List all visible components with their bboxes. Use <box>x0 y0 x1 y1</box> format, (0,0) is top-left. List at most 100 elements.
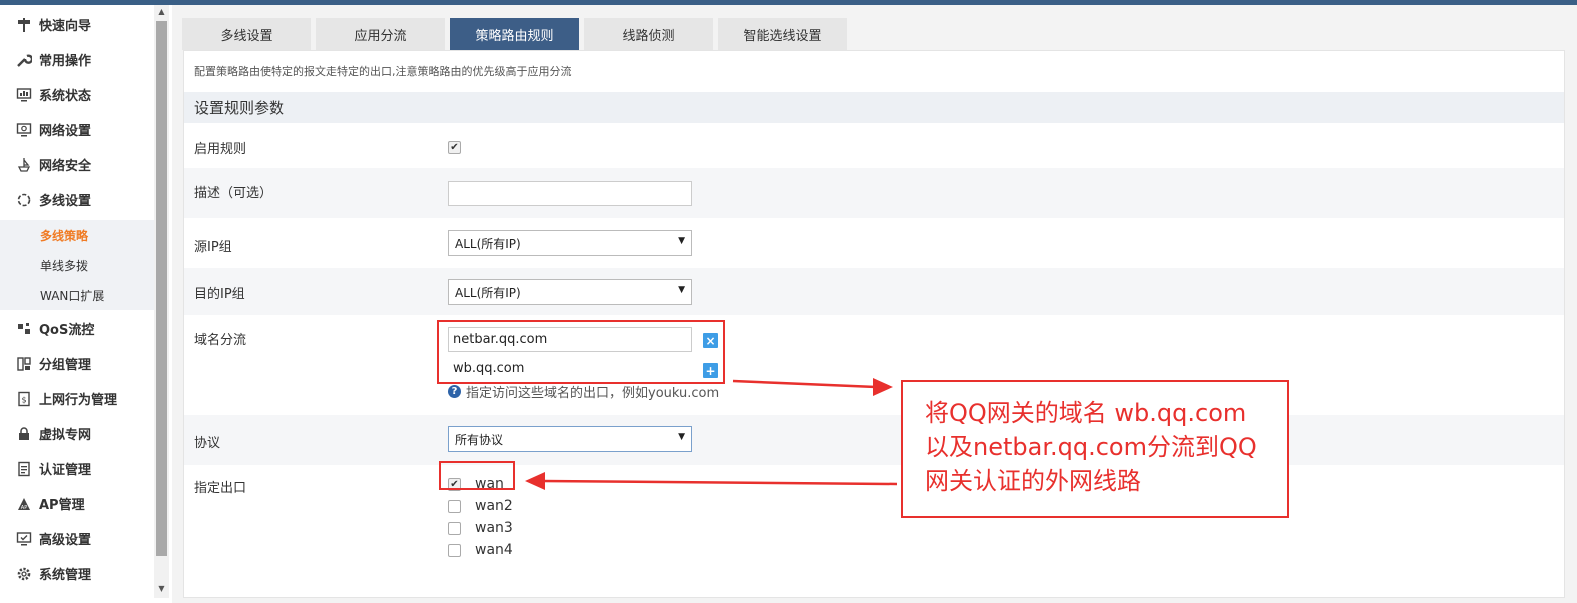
exit-label: 指定出口 <box>194 481 247 496</box>
src-ip-value: ALL(所有IP) <box>455 236 521 251</box>
src-ip-select[interactable]: ALL(所有IP) ▼ <box>448 230 692 256</box>
sidebar-item-vpn[interactable]: 虚拟专网 <box>0 416 154 451</box>
annotation-callout: 将QQ网关的域名 wb.qq.com 以及netbar.qq.com分流到QQ … <box>901 380 1289 518</box>
annotation-domain-highlight <box>437 320 725 384</box>
exit-option-label: wan3 <box>475 520 513 536</box>
exit-checkbox-wan3[interactable] <box>448 521 461 535</box>
submenu-item-single-line-multidial[interactable]: 单线多拨 <box>0 250 154 280</box>
ap-icon: AP <box>15 495 33 513</box>
submenu-item-wan-expand[interactable]: WAN口扩展 <box>0 280 154 310</box>
protocol-label: 协议 <box>194 436 221 451</box>
sidebar-item-quick-guide[interactable]: 快速向导 <box>0 7 154 42</box>
tab-line-detect[interactable]: 线路侦测 <box>584 18 713 50</box>
tab-multiline-settings[interactable]: 多线设置 <box>182 18 311 50</box>
multiline-ring-icon <box>15 191 33 209</box>
sidebar-item-label: 分组管理 <box>39 358 92 373</box>
protocol-value: 所有协议 <box>455 432 504 447</box>
dst-ip-value: ALL(所有IP) <box>455 285 521 300</box>
sidebar-item-network-security[interactable]: 网络安全 <box>0 147 154 182</box>
dropdown-arrow-icon: ▼ <box>678 432 685 442</box>
scroll-down-arrow-icon[interactable]: ▼ <box>154 584 169 596</box>
sidebar-item-common-ops[interactable]: 常用操作 <box>0 42 154 77</box>
sidebar-item-label: 常用操作 <box>39 54 92 69</box>
sidebar-item-label: AP管理 <box>39 498 85 513</box>
svg-text:AP: AP <box>21 505 27 511</box>
tab-smart-line[interactable]: 智能选线设置 <box>718 18 847 50</box>
auth-doc-icon <box>15 460 33 478</box>
sidebar-item-label: QoS流控 <box>39 323 95 338</box>
advanced-monitor-icon <box>15 530 33 548</box>
protocol-select[interactable]: 所有协议 ▼ <box>448 426 692 452</box>
submenu-multiline: 多线策略 单线多拨 WAN口扩展 <box>0 220 154 310</box>
signpost-icon <box>15 16 33 34</box>
dst-ip-select[interactable]: ALL(所有IP) ▼ <box>448 279 692 305</box>
lock-icon <box>15 425 33 443</box>
sidebar-item-advanced[interactable]: 高级设置 <box>0 521 154 556</box>
sidebar-item-label: 虚拟专网 <box>39 428 92 443</box>
exit-option-wan3[interactable]: wan3 <box>448 520 513 536</box>
annotation-wan-highlight <box>439 461 515 490</box>
main-content: 多线设置 应用分流 策略路由规则 线路侦测 智能选线设置 配置策略路由使特定的报… <box>172 5 1577 603</box>
exit-checkbox-wan2[interactable] <box>448 499 461 513</box>
sidebar: 快速向导 常用操作 系统状态 网络设置 网络安全 多线设置 多线策略 单线多拨 … <box>0 5 154 603</box>
enable-checkbox[interactable]: ✔ <box>448 141 461 154</box>
form-panel: 配置策略路由使特定的报文走特定的出口,注意策略路由的优先级高于应用分流 设置规则… <box>183 50 1565 598</box>
domain-label: 域名分流 <box>194 333 247 348</box>
sidebar-item-label: 多线设置 <box>39 194 92 209</box>
exit-checkbox-wan4[interactable] <box>448 543 461 557</box>
description-input[interactable] <box>448 181 692 206</box>
exit-option-label: wan2 <box>475 498 513 514</box>
wrench-icon <box>15 51 33 69</box>
tab-policy-route[interactable]: 策略路由规则 <box>450 18 579 50</box>
monitor-chart-icon <box>15 86 33 104</box>
sidebar-item-label: 快速向导 <box>39 19 92 34</box>
sidebar-item-label: 高级设置 <box>39 533 92 548</box>
sidebar-item-system-mgmt[interactable]: 系统管理 <box>0 556 154 591</box>
svg-text:$: $ <box>21 395 26 404</box>
sidebar-item-label: 网络设置 <box>39 124 92 139</box>
tab-app-split[interactable]: 应用分流 <box>316 18 445 50</box>
help-question-icon: ? <box>448 385 461 398</box>
enable-label: 启用规则 <box>194 142 247 157</box>
sidebar-item-system-status[interactable]: 系统状态 <box>0 77 154 112</box>
tab-bar: 多线设置 应用分流 策略路由规则 线路侦测 智能选线设置 <box>182 18 852 50</box>
exit-option-wan4[interactable]: wan4 <box>448 542 513 558</box>
scroll-up-arrow-icon[interactable]: ▲ <box>154 7 169 19</box>
page-description: 配置策略路由使特定的报文走特定的出口,注意策略路由的优先级高于应用分流 <box>194 65 572 78</box>
sidebar-item-auth-mgmt[interactable]: 认证管理 <box>0 451 154 486</box>
gear-icon <box>15 565 33 583</box>
sidebar-item-label: 系统管理 <box>39 568 92 583</box>
src-ip-label: 源IP组 <box>194 240 232 255</box>
sidebar-item-behavior-mgmt[interactable]: $ 上网行为管理 <box>0 381 154 416</box>
callout-line-1: 将QQ网关的域名 wb.qq.com <box>925 399 1247 427</box>
group-icon <box>15 355 33 373</box>
sidebar-item-label: 认证管理 <box>39 463 92 478</box>
sidebar-item-network-settings[interactable]: 网络设置 <box>0 112 154 147</box>
row-enable: 启用规则 ✔ <box>184 123 1564 168</box>
domain-help-text: 指定访问这些域名的出口，例如youku.com <box>466 386 720 401</box>
network-monitor-icon <box>15 121 33 139</box>
sidebar-item-group-mgmt[interactable]: 分组管理 <box>0 346 154 381</box>
sidebar-item-qos[interactable]: QoS流控 <box>0 311 154 346</box>
row-exit: 指定出口 ✔ wan wan2 wan3 wan4 <box>184 465 1564 569</box>
qos-icon <box>15 320 33 338</box>
domain-help: ? 指定访问这些域名的出口，例如youku.com <box>448 382 719 401</box>
dst-ip-label: 目的IP组 <box>194 287 245 302</box>
description-label: 描述（可选） <box>194 186 273 201</box>
sidebar-item-label: 系统状态 <box>39 89 92 104</box>
sidebar-scrollbar[interactable]: ▲ ▼ <box>154 5 169 598</box>
sidebar-item-label: 网络安全 <box>39 159 92 174</box>
scrollbar-thumb[interactable] <box>156 21 167 556</box>
row-protocol: 协议 所有协议 ▼ <box>184 415 1564 465</box>
behavior-doc-icon: $ <box>15 390 33 408</box>
exit-option-wan2[interactable]: wan2 <box>448 498 513 514</box>
row-dst-ip: 目的IP组 ALL(所有IP) ▼ <box>184 268 1564 315</box>
sidebar-item-label: 上网行为管理 <box>39 393 118 408</box>
row-src-ip: 源IP组 ALL(所有IP) ▼ <box>184 218 1564 268</box>
row-description: 描述（可选） <box>184 168 1564 218</box>
sidebar-item-ap-mgmt[interactable]: AP AP管理 <box>0 486 154 521</box>
section-title: 设置规则参数 <box>184 92 1564 123</box>
sidebar-item-multiline[interactable]: 多线设置 <box>0 182 154 217</box>
submenu-item-multiline-policy[interactable]: 多线策略 <box>0 220 154 250</box>
shield-ship-icon <box>15 156 33 174</box>
